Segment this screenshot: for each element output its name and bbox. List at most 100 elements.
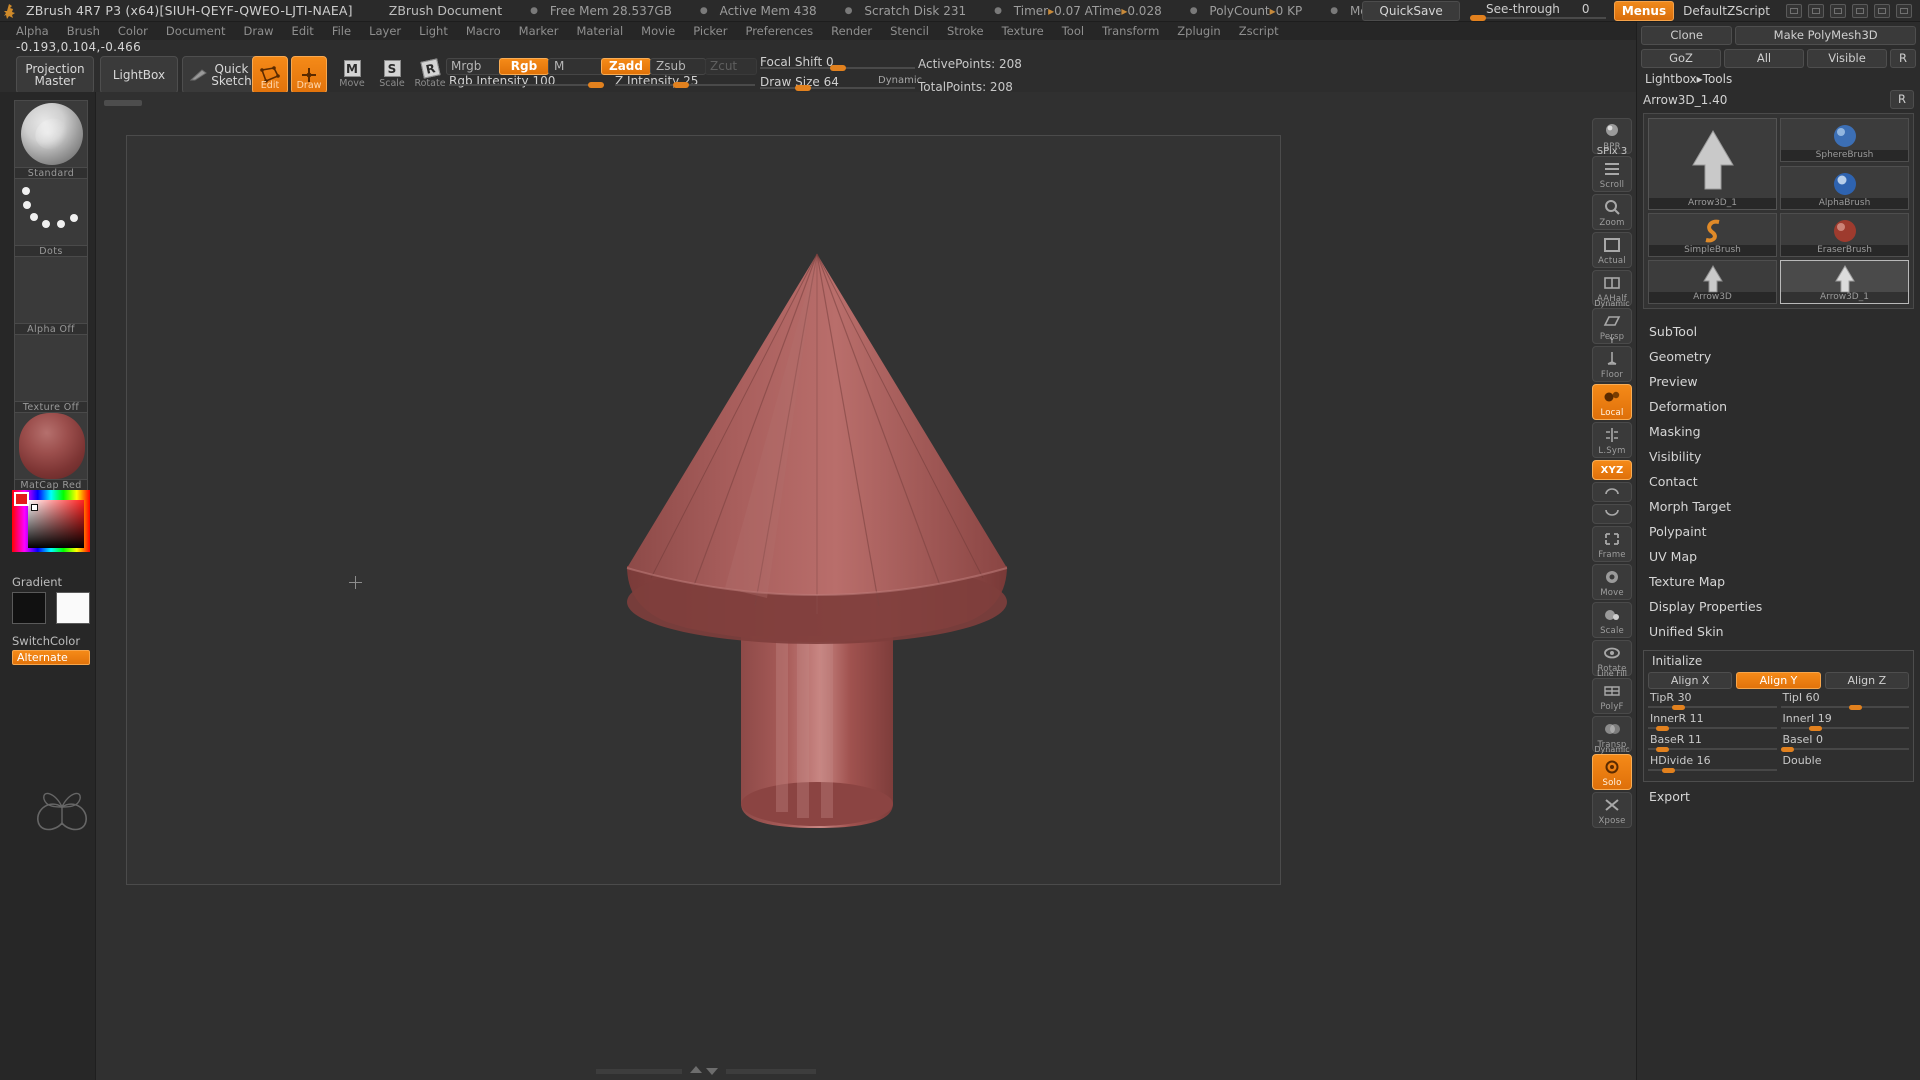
subpalette-masking[interactable]: Masking (1637, 419, 1920, 444)
rail-button-scale[interactable]: Scale (1592, 602, 1632, 638)
projection-master-button[interactable]: Projection Master (16, 56, 94, 94)
menu-item-picker[interactable]: Picker (685, 22, 735, 40)
lightbox-button[interactable]: LightBox (100, 56, 178, 94)
tipi-slider[interactable]: TipI 60 (1780, 691, 1909, 710)
menus-button[interactable]: Menus (1613, 1, 1675, 21)
canvas-area[interactable] (96, 92, 1636, 1080)
texture-swatch[interactable]: Texture Off (14, 334, 88, 415)
tool-thumb-eraserbrush[interactable]: EraserBrush (1780, 213, 1909, 257)
scale-mode-button[interactable]: S Scale (374, 60, 410, 89)
color-picker[interactable] (12, 490, 90, 552)
m-button[interactable]: M (548, 58, 604, 75)
rail-button-move[interactable]: Move (1592, 564, 1632, 600)
rail-button-local[interactable]: Local (1592, 384, 1632, 420)
window-minimize-icon[interactable] (1852, 4, 1868, 18)
zsub-button[interactable]: Zsub (650, 58, 706, 75)
subpalette-polypaint[interactable]: Polypaint (1637, 519, 1920, 544)
polycount-stat[interactable]: ● PolyCount▸0 KP (1182, 4, 1303, 18)
menu-item-draw[interactable]: Draw (236, 22, 282, 40)
hdivide-slider[interactable]: HDivide 16 (1648, 754, 1777, 773)
innerr-slider[interactable]: InnerR 11 (1648, 712, 1777, 731)
edit-mode-button[interactable]: Edit (252, 56, 288, 94)
subpalette-uv-map[interactable]: UV Map (1637, 544, 1920, 569)
menu-item-material[interactable]: Material (568, 22, 631, 40)
menu-item-file[interactable]: File (324, 22, 359, 40)
menu-item-tool[interactable]: Tool (1054, 22, 1092, 40)
tipr-knob[interactable] (1672, 705, 1685, 710)
window-maximize-icon[interactable] (1874, 4, 1890, 18)
rail-button-floor[interactable]: Y Floor (1592, 336, 1632, 382)
tool-thumb-spherebrush[interactable]: SphereBrush (1780, 118, 1909, 162)
switchcolor-label[interactable]: SwitchColor (12, 634, 80, 648)
subpalette-subtool[interactable]: SubTool (1637, 319, 1920, 344)
goz-all-button[interactable]: All (1724, 49, 1804, 68)
align-z-button[interactable]: Align Z (1824, 672, 1909, 689)
align-y-button[interactable]: Align Y (1736, 672, 1821, 689)
subpalette-display-properties[interactable]: Display Properties (1637, 594, 1920, 619)
basei-slider[interactable]: BaseI 0 (1780, 733, 1909, 752)
tool-thumb-arrow3d-1-selected[interactable]: Arrow3D_1 (1780, 260, 1909, 304)
double-toggle[interactable]: Double (1781, 754, 1910, 773)
zadd-button[interactable]: Zadd (601, 58, 651, 75)
rail-button-axis-b[interactable] (1592, 504, 1632, 524)
baser-slider[interactable]: BaseR 11 (1648, 733, 1777, 752)
menu-item-preferences[interactable]: Preferences (737, 22, 821, 40)
window-icon-2[interactable] (1808, 4, 1824, 18)
menu-item-render[interactable]: Render (823, 22, 880, 40)
arrow3d-model[interactable] (127, 136, 1282, 886)
mrgb-button[interactable]: Mrgb (446, 58, 502, 75)
move-mode-button[interactable]: M Move (334, 60, 370, 89)
menu-item-texture[interactable]: Texture (994, 22, 1052, 40)
see-through-knob[interactable] (1469, 15, 1486, 21)
primary-color-swatch[interactable] (12, 592, 46, 624)
draw-size-knob[interactable] (795, 85, 811, 91)
rgb-button[interactable]: Rgb (499, 58, 549, 75)
stroke-swatch[interactable]: Dots (14, 178, 88, 259)
see-through-slider[interactable]: See-through 0 (1468, 0, 1608, 22)
initialize-header[interactable]: Initialize (1648, 654, 1909, 672)
z-intensity-knob[interactable] (673, 82, 689, 88)
menu-item-zplugin[interactable]: Zplugin (1169, 22, 1228, 40)
subpalette-deformation[interactable]: Deformation (1637, 394, 1920, 419)
make-polymesh3d-button[interactable]: Make PolyMesh3D (1735, 26, 1916, 45)
menu-item-stroke[interactable]: Stroke (939, 22, 992, 40)
rail-button-frame[interactable]: Frame (1592, 526, 1632, 562)
subpalette-contact[interactable]: Contact (1637, 469, 1920, 494)
menu-item-document[interactable]: Document (158, 22, 234, 40)
tool-r-button[interactable]: R (1890, 90, 1914, 109)
subpalette-texture-map[interactable]: Texture Map (1637, 569, 1920, 594)
default-zscript-button[interactable]: DefaultZScript (1677, 2, 1776, 20)
window-icon-1[interactable] (1786, 4, 1802, 18)
gradient-label[interactable]: Gradient (12, 575, 62, 589)
rail-button-xyz[interactable]: XYZ (1592, 460, 1632, 480)
rail-button-axis-a[interactable] (1592, 482, 1632, 502)
rail-button-actual[interactable]: Actual (1592, 232, 1632, 268)
subpalette-visibility[interactable]: Visibility (1637, 444, 1920, 469)
menu-item-light[interactable]: Light (411, 22, 456, 40)
menu-item-stencil[interactable]: Stencil (882, 22, 937, 40)
menu-item-color[interactable]: Color (110, 22, 156, 40)
current-color-swatch[interactable] (14, 492, 29, 506)
align-x-button[interactable]: Align X (1648, 672, 1733, 689)
menu-item-alpha[interactable]: Alpha (8, 22, 57, 40)
inneri-slider[interactable]: InnerI 19 (1780, 712, 1909, 731)
menu-item-layer[interactable]: Layer (361, 22, 409, 40)
focal-shift-slider[interactable]: Focal Shift 0 (760, 55, 915, 71)
subpalette-geometry[interactable]: Geometry (1637, 344, 1920, 369)
menu-item-marker[interactable]: Marker (511, 22, 567, 40)
baser-knob[interactable] (1656, 747, 1669, 752)
alternate-button[interactable]: Alternate (12, 650, 90, 665)
dynamic-label[interactable]: Dynamic (878, 75, 922, 86)
brush-swatch[interactable]: Standard (14, 100, 88, 181)
tool-thumb-arrow3d-1-large[interactable]: Arrow3D_1 (1648, 118, 1777, 210)
quicksave-button[interactable]: QuickSave (1362, 1, 1460, 21)
menu-item-zscript[interactable]: Zscript (1231, 22, 1287, 40)
goz-r-button[interactable]: R (1890, 49, 1916, 68)
rgb-intensity-slider[interactable]: Rgb Intensity 100 (449, 74, 604, 88)
rail-button-polyf[interactable]: Line Fill PolyF (1592, 669, 1632, 714)
clone-button[interactable]: Clone (1641, 26, 1733, 45)
material-swatch[interactable]: MatCap Red Wax (14, 412, 88, 503)
innerr-knob[interactable] (1656, 726, 1669, 731)
menu-item-transform[interactable]: Transform (1094, 22, 1167, 40)
rail-button-xpose[interactable]: Xpose (1592, 792, 1632, 828)
